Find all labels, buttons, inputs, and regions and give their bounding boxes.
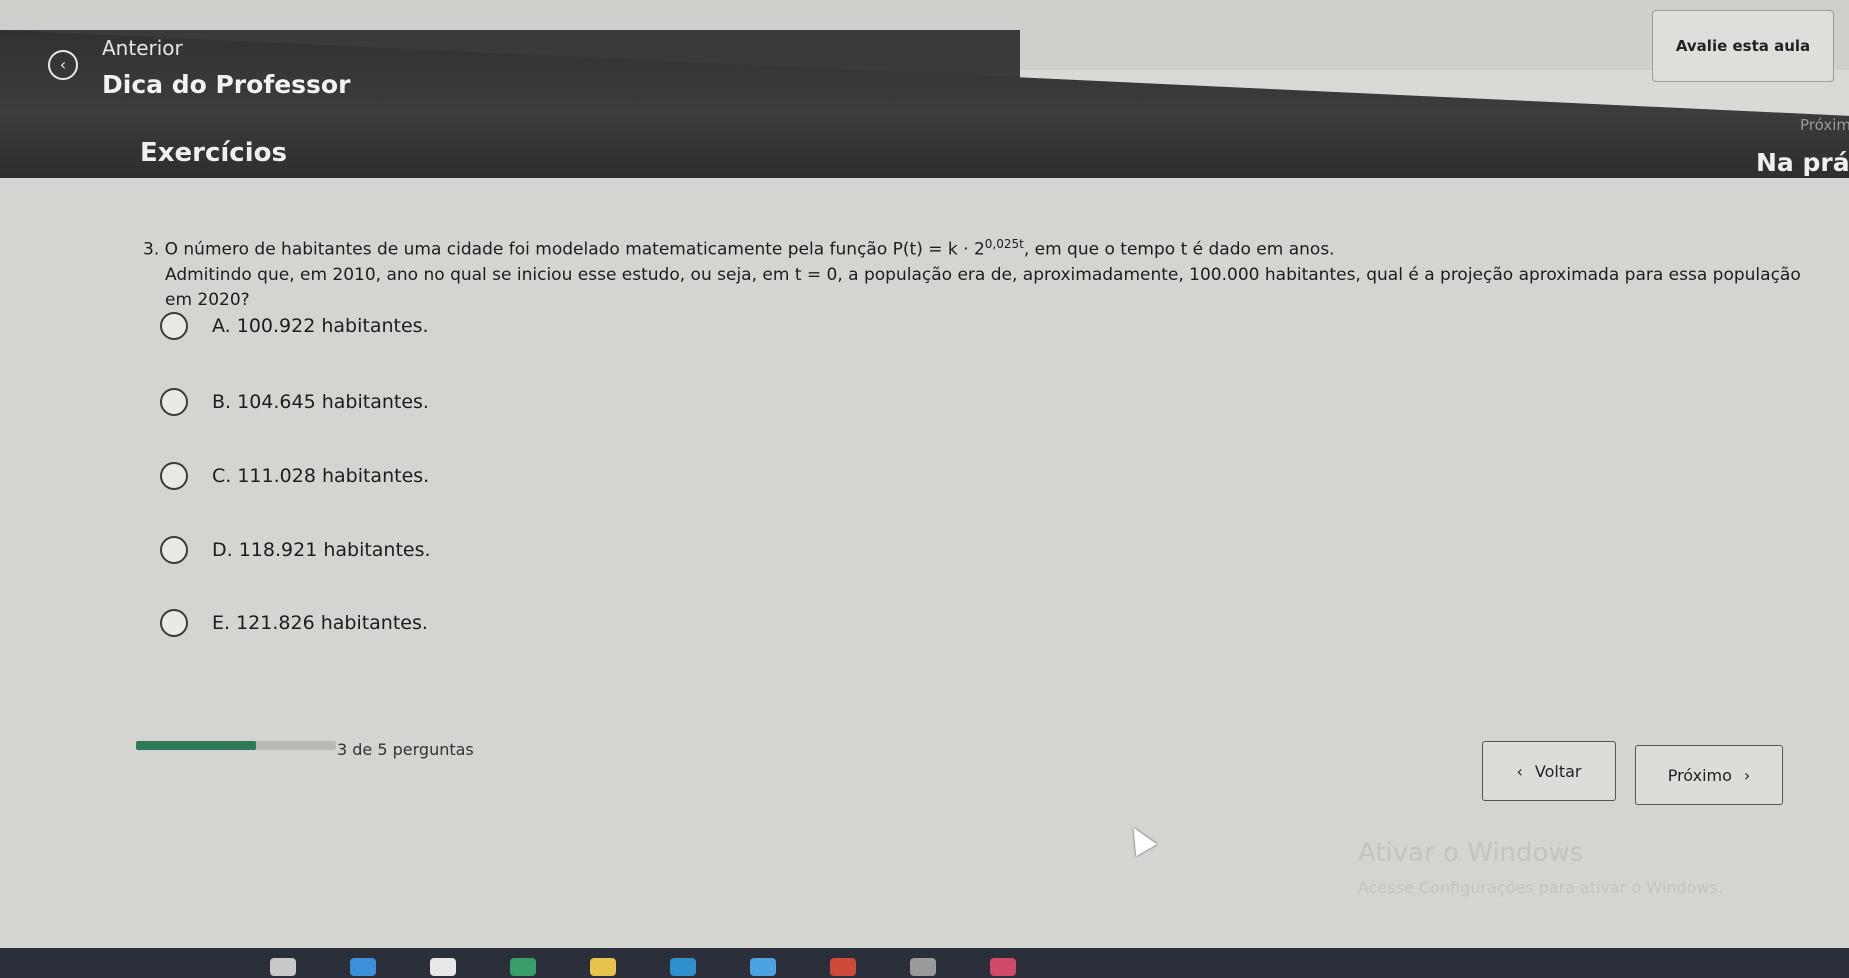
question-exponent: 0,025t xyxy=(984,237,1024,251)
option-label: D. 118.921 habitantes. xyxy=(212,539,431,561)
progress-bar-fill xyxy=(136,741,256,750)
option-a[interactable]: A. 100.922 habitantes. xyxy=(160,312,429,340)
chevron-right-icon: › xyxy=(1743,765,1751,785)
chevron-left-circle-icon[interactable]: ‹ xyxy=(48,50,78,80)
option-label: B. 104.645 habitantes. xyxy=(212,391,429,413)
progress-bar xyxy=(136,741,336,750)
option-label: C. 111.028 habitantes. xyxy=(212,465,430,487)
next-section-title[interactable]: Na prátic xyxy=(1756,148,1849,177)
notepad-icon[interactable] xyxy=(430,958,456,976)
media-icon[interactable] xyxy=(830,958,856,976)
radio-button-icon[interactable] xyxy=(160,536,188,564)
file-explorer-icon[interactable] xyxy=(590,958,616,976)
previous-link[interactable]: Anterior xyxy=(102,36,183,60)
option-b[interactable]: B. 104.645 habitantes. xyxy=(160,388,429,416)
option-d[interactable]: D. 118.921 habitantes. xyxy=(160,536,431,564)
chevron-left-icon: ‹ xyxy=(1516,761,1523,781)
option-label: E. 121.826 habitantes. xyxy=(212,612,428,634)
store-icon[interactable] xyxy=(670,958,696,976)
question-text: 3. O número de habitantes de uma cidade … xyxy=(143,232,1833,313)
question-formula: P(t) = k · 2 xyxy=(892,239,985,260)
next-button[interactable]: Próximo › xyxy=(1635,745,1783,805)
mail-icon[interactable] xyxy=(750,958,776,976)
next-button-label: Próximo xyxy=(1667,765,1732,785)
taskview-icon[interactable] xyxy=(270,958,296,976)
windows-activation-subtitle: Acesse Configurações para ativar o Windo… xyxy=(1358,878,1723,897)
option-label: A. 100.922 habitantes. xyxy=(212,315,429,337)
radio-button-icon[interactable] xyxy=(160,609,188,637)
radio-button-icon[interactable] xyxy=(160,312,188,340)
question-intro: 3. O número de habitantes de uma cidade … xyxy=(143,239,893,260)
edge-icon[interactable] xyxy=(350,958,376,976)
option-c[interactable]: C. 111.028 habitantes. xyxy=(160,462,429,490)
section-title[interactable]: Dica do Professor xyxy=(102,70,350,99)
app-icon[interactable] xyxy=(990,958,1016,976)
back-button[interactable]: ‹ Voltar xyxy=(1482,741,1616,801)
back-button-label: Voltar xyxy=(1534,761,1582,781)
windows-activation-title: Ativar o Windows xyxy=(1358,838,1584,868)
radio-button-icon[interactable] xyxy=(160,462,188,490)
rate-lesson-button[interactable]: Avalie esta aula xyxy=(1652,10,1834,82)
option-e[interactable]: E. 121.826 habitantes. xyxy=(160,609,428,637)
next-small-label[interactable]: Próxim xyxy=(1800,116,1849,134)
radio-button-icon[interactable] xyxy=(160,388,188,416)
page-title: Exercícios xyxy=(140,138,287,168)
question-line2: Admitindo que, em 2010, ano no qual se i… xyxy=(165,264,1801,310)
chrome-icon[interactable] xyxy=(510,958,536,976)
settings-icon[interactable] xyxy=(910,958,936,976)
progress-text: 3 de 5 perguntas xyxy=(337,740,474,759)
question-after-formula: , em que o tempo t é dado em anos. xyxy=(1023,239,1335,260)
